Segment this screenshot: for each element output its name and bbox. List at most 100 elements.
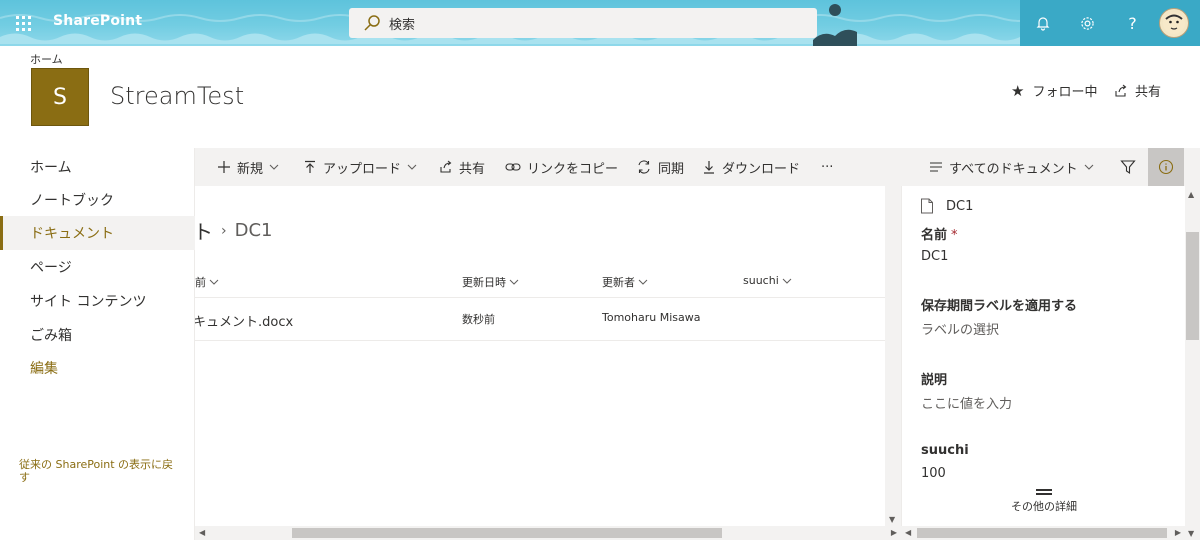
suite-bar: SharePoint 検索 ? [0, 0, 1200, 46]
nav-edit-link[interactable]: 編集 [0, 351, 195, 385]
settings-button[interactable] [1065, 0, 1110, 46]
library-breadcrumb: ト › DC1 [195, 216, 273, 245]
details-vertical-scrollbar[interactable]: ▲ ▼ [1185, 186, 1200, 540]
file-name-link[interactable]: キュメント.docx [195, 311, 293, 330]
scroll-thumb[interactable] [292, 528, 722, 538]
column-header-label: 更新日時 [462, 276, 506, 289]
view-switcher[interactable]: すべてのドキュメント [929, 148, 1100, 186]
new-button[interactable]: 新規 [217, 148, 285, 186]
chevron-down-icon [638, 279, 648, 285]
app-launcher-button[interactable] [0, 0, 46, 46]
suite-right-actions: ? [1020, 0, 1200, 46]
chevron-down-icon [782, 278, 792, 284]
scroll-right-arrow-icon[interactable]: ▶ [891, 528, 897, 537]
waffle-icon [15, 15, 31, 31]
upload-button[interactable]: アップロード [303, 148, 423, 186]
site-breadcrumb-home[interactable]: ホーム [30, 51, 63, 67]
share-button[interactable]: 共有 [439, 148, 485, 186]
search-box[interactable]: 検索 [349, 8, 817, 38]
chevron-down-icon [209, 279, 219, 285]
scroll-down-arrow-icon[interactable]: ▼ [889, 515, 895, 524]
breadcrumb-parent[interactable]: ト [195, 216, 213, 245]
site-logo[interactable]: S [31, 68, 89, 126]
name-field-label: 名前 * [921, 224, 958, 243]
sync-label: 同期 [658, 161, 685, 177]
description-field-input[interactable]: ここに値を入力 [921, 393, 1012, 412]
scroll-right-arrow-icon[interactable]: ▶ [1175, 528, 1181, 537]
sync-icon [638, 160, 650, 174]
sharepoint-brand-link[interactable]: SharePoint [53, 13, 142, 29]
nav-item-home[interactable]: ホーム [0, 150, 195, 184]
grip-icon [1036, 489, 1052, 495]
scroll-down-arrow-icon[interactable]: ▼ [1188, 529, 1194, 538]
nav-item-site-contents[interactable]: サイト コンテンツ [0, 284, 195, 318]
search-placeholder: 検索 [389, 17, 416, 33]
details-pane-toggle[interactable] [1148, 148, 1184, 186]
share-icon [440, 160, 452, 173]
nav-item-pages[interactable]: ページ [0, 250, 195, 284]
chevron-down-icon [1084, 164, 1093, 170]
column-header-suuchi[interactable]: suuchi [743, 274, 792, 287]
details-file-header: DC1 [920, 198, 973, 214]
nav-item-notebook[interactable]: ノートブック [0, 183, 195, 217]
name-field-value[interactable]: DC1 [921, 249, 948, 264]
return-to-classic-link[interactable]: 従来の SharePoint の表示に戻す [19, 458, 184, 484]
nav-item-documents[interactable]: ドキュメント [0, 216, 195, 250]
follow-button[interactable]: ★ フォロー中 [1011, 81, 1098, 101]
share-icon [1115, 84, 1127, 97]
chevron-down-icon [407, 164, 417, 170]
list-vertical-scrollbar[interactable]: ▼ [885, 186, 901, 526]
site-share-button[interactable]: 共有 [1114, 81, 1161, 100]
details-horizontal-scrollbar[interactable]: ◀ ▶ [901, 526, 1185, 540]
scroll-left-arrow-icon[interactable]: ◀ [199, 528, 205, 537]
retention-label-picker[interactable]: ラベルの選択 [921, 319, 999, 338]
scroll-thumb[interactable] [917, 528, 1167, 538]
share-label: 共有 [459, 161, 486, 177]
suuchi-field-value[interactable]: 100 [921, 466, 946, 481]
bell-icon [1036, 17, 1049, 31]
filter-button[interactable] [1120, 148, 1142, 186]
column-header-label: 前 [195, 276, 206, 289]
gear-icon [1081, 16, 1094, 30]
download-icon [704, 161, 714, 174]
column-header-name[interactable]: 前 [195, 274, 219, 290]
upload-icon [305, 160, 315, 173]
retention-label-field-label: 保存期間ラベルを適用する [921, 299, 1078, 314]
nav-item-recycle-bin[interactable]: ごみ箱 [0, 318, 195, 352]
more-details-link[interactable]: その他の詳細 [902, 489, 1185, 514]
site-share-label: 共有 [1135, 85, 1162, 100]
required-marker: * [951, 228, 958, 243]
avatar[interactable] [1159, 8, 1189, 38]
more-details-label: その他の詳細 [1011, 500, 1077, 513]
more-commands-button[interactable]: ··· [821, 148, 833, 186]
plus-icon [218, 161, 230, 173]
copy-link-button[interactable]: リンクをコピー [505, 148, 618, 186]
sync-button[interactable]: 同期 [636, 148, 684, 186]
list-horizontal-scrollbar[interactable]: ◀ ▶ [195, 526, 901, 540]
notifications-button[interactable] [1020, 0, 1065, 46]
scroll-thumb[interactable] [1186, 232, 1199, 340]
column-header-label: 更新者 [602, 276, 635, 289]
site-title[interactable]: StreamTest [110, 82, 244, 110]
document-icon [921, 198, 933, 214]
name-label-text: 名前 [921, 228, 948, 243]
column-header-modified-by[interactable]: 更新者 [602, 274, 648, 290]
suuchi-field-label: suuchi [921, 443, 969, 458]
search-icon [364, 15, 380, 31]
filter-icon [1120, 160, 1136, 175]
row-divider [195, 340, 885, 341]
new-label: 新規 [237, 161, 264, 177]
chevron-right-icon: › [221, 222, 227, 239]
download-button[interactable]: ダウンロード [702, 148, 800, 186]
details-pane: DC1 名前 * DC1 保存期間ラベルを適用する ラベルの選択 説明 ここに値を… [901, 186, 1185, 526]
modified-by-cell[interactable]: Tomoharu Misawa [602, 311, 700, 324]
command-bar: 新規 アップロード 共有 リンクをコピー 同期 ダウンロード ··· すべてのド… [195, 148, 1200, 186]
document-library: ト › DC1 前 更新日時 更新者 suuchi キュメント.docx 数秒前… [195, 186, 885, 526]
scroll-up-arrow-icon[interactable]: ▲ [1188, 190, 1194, 199]
header-divider [195, 297, 885, 298]
follow-label: フォロー中 [1032, 85, 1098, 100]
star-icon: ★ [1011, 81, 1025, 100]
scroll-left-arrow-icon[interactable]: ◀ [905, 528, 911, 537]
column-header-modified[interactable]: 更新日時 [462, 274, 519, 290]
help-button[interactable]: ? [1110, 0, 1155, 46]
